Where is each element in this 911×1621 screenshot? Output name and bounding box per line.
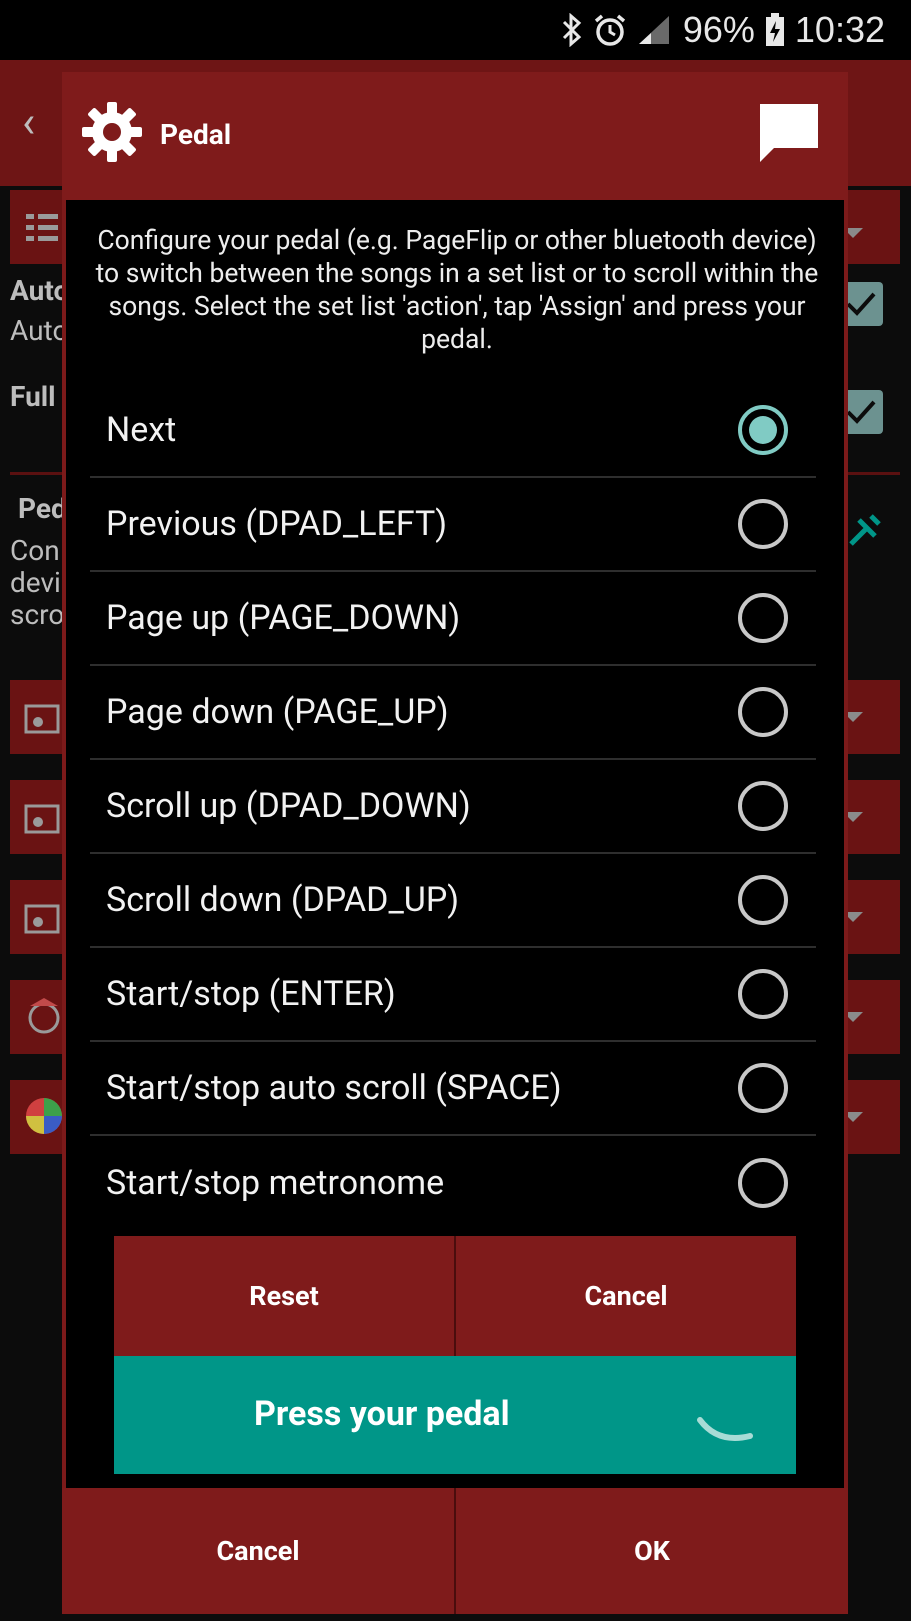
signal-icon — [637, 14, 671, 46]
radio-option[interactable]: Start/stop (ENTER) — [90, 948, 816, 1042]
clock: 10:32 — [794, 9, 885, 50]
battery-charging-icon — [765, 13, 785, 47]
radio-option[interactable]: Scroll down (DPAD_UP) — [90, 854, 816, 948]
radio-button[interactable] — [738, 969, 788, 1019]
playlist-icon — [24, 208, 64, 248]
radio-option-label: Page up (PAGE_DOWN) — [106, 598, 461, 638]
radio-button[interactable] — [738, 1063, 788, 1113]
radio-button-selected[interactable] — [738, 405, 788, 455]
dialog-title: Pedal — [160, 118, 232, 151]
radio-option-label: Start/stop (ENTER) — [106, 974, 396, 1014]
loading-spinner-icon — [696, 1414, 756, 1450]
radio-option-label: Next — [106, 410, 177, 450]
reset-button[interactable]: Reset — [114, 1236, 454, 1356]
radio-button[interactable] — [738, 499, 788, 549]
radio-button[interactable] — [738, 593, 788, 643]
gear-icon — [80, 100, 144, 164]
cancel-button[interactable]: Cancel — [62, 1488, 454, 1614]
radio-option-label: Scroll down (DPAD_UP) — [106, 880, 460, 920]
background-row-label: scro — [10, 598, 65, 631]
bluetooth-icon — [561, 13, 583, 47]
ok-button[interactable]: OK — [454, 1488, 848, 1614]
radio-option[interactable]: Scroll up (DPAD_DOWN) — [90, 760, 816, 854]
dialog-footer: Cancel OK — [62, 1488, 848, 1614]
radio-option-label: Start/stop auto scroll (SPACE) — [106, 1068, 562, 1108]
radio-button[interactable] — [738, 687, 788, 737]
background-row-label: devi — [10, 566, 61, 599]
tuner-icon — [24, 996, 64, 1036]
background-row-label: Ped — [18, 492, 67, 525]
radio-option[interactable]: Start/stop metronome — [90, 1136, 816, 1230]
chat-bubble-icon[interactable] — [756, 100, 822, 164]
pedal-dialog: Pedal Configure your pedal (e.g. PageFli… — [62, 72, 848, 1614]
assign-button-row: Reset Cancel — [114, 1236, 796, 1356]
inner-cancel-button[interactable]: Cancel — [454, 1236, 796, 1356]
background-row-label: Full — [10, 380, 56, 413]
press-pedal-label: Press your pedal — [254, 1394, 510, 1434]
pedal-icon — [845, 510, 885, 554]
radio-option-label: Scroll up (DPAD_DOWN) — [106, 786, 471, 826]
radio-option[interactable]: Start/stop auto scroll (SPACE) — [90, 1042, 816, 1136]
radio-option-label: Start/stop metronome — [106, 1163, 445, 1203]
radio-button[interactable] — [738, 1158, 788, 1208]
color-wheel-icon — [24, 1096, 64, 1136]
song-sheet-icon — [24, 696, 64, 736]
press-pedal-button[interactable]: Press your pedal — [114, 1356, 796, 1474]
status-bar: 96% 10:32 — [0, 0, 911, 60]
radio-button[interactable] — [738, 875, 788, 925]
dialog-description: Configure your pedal (e.g. PageFlip or o… — [95, 225, 819, 355]
radio-option[interactable]: Previous (DPAD_LEFT) — [90, 478, 816, 572]
radio-option[interactable]: Next — [90, 384, 816, 478]
background-row-label: Auto — [10, 314, 69, 347]
radio-option-label: Page down (PAGE_UP) — [106, 692, 449, 732]
radio-option[interactable]: Page up (PAGE_DOWN) — [90, 572, 816, 666]
background-row-label: Con — [10, 534, 60, 567]
dialog-header: Pedal — [62, 72, 848, 200]
alarm-icon — [593, 13, 627, 47]
song-sheet-icon — [24, 796, 64, 836]
action-radio-list: Next Previous (DPAD_LEFT) Page up (PAGE_… — [90, 384, 816, 1230]
radio-option-label: Previous (DPAD_LEFT) — [106, 504, 448, 544]
back-arrow-icon: ‹ — [22, 96, 36, 148]
song-sheet-icon — [24, 896, 64, 936]
background-row-label: Auto — [10, 274, 70, 307]
radio-option[interactable]: Page down (PAGE_UP) — [90, 666, 816, 760]
battery-percent: 96% — [682, 9, 755, 50]
radio-button[interactable] — [738, 781, 788, 831]
